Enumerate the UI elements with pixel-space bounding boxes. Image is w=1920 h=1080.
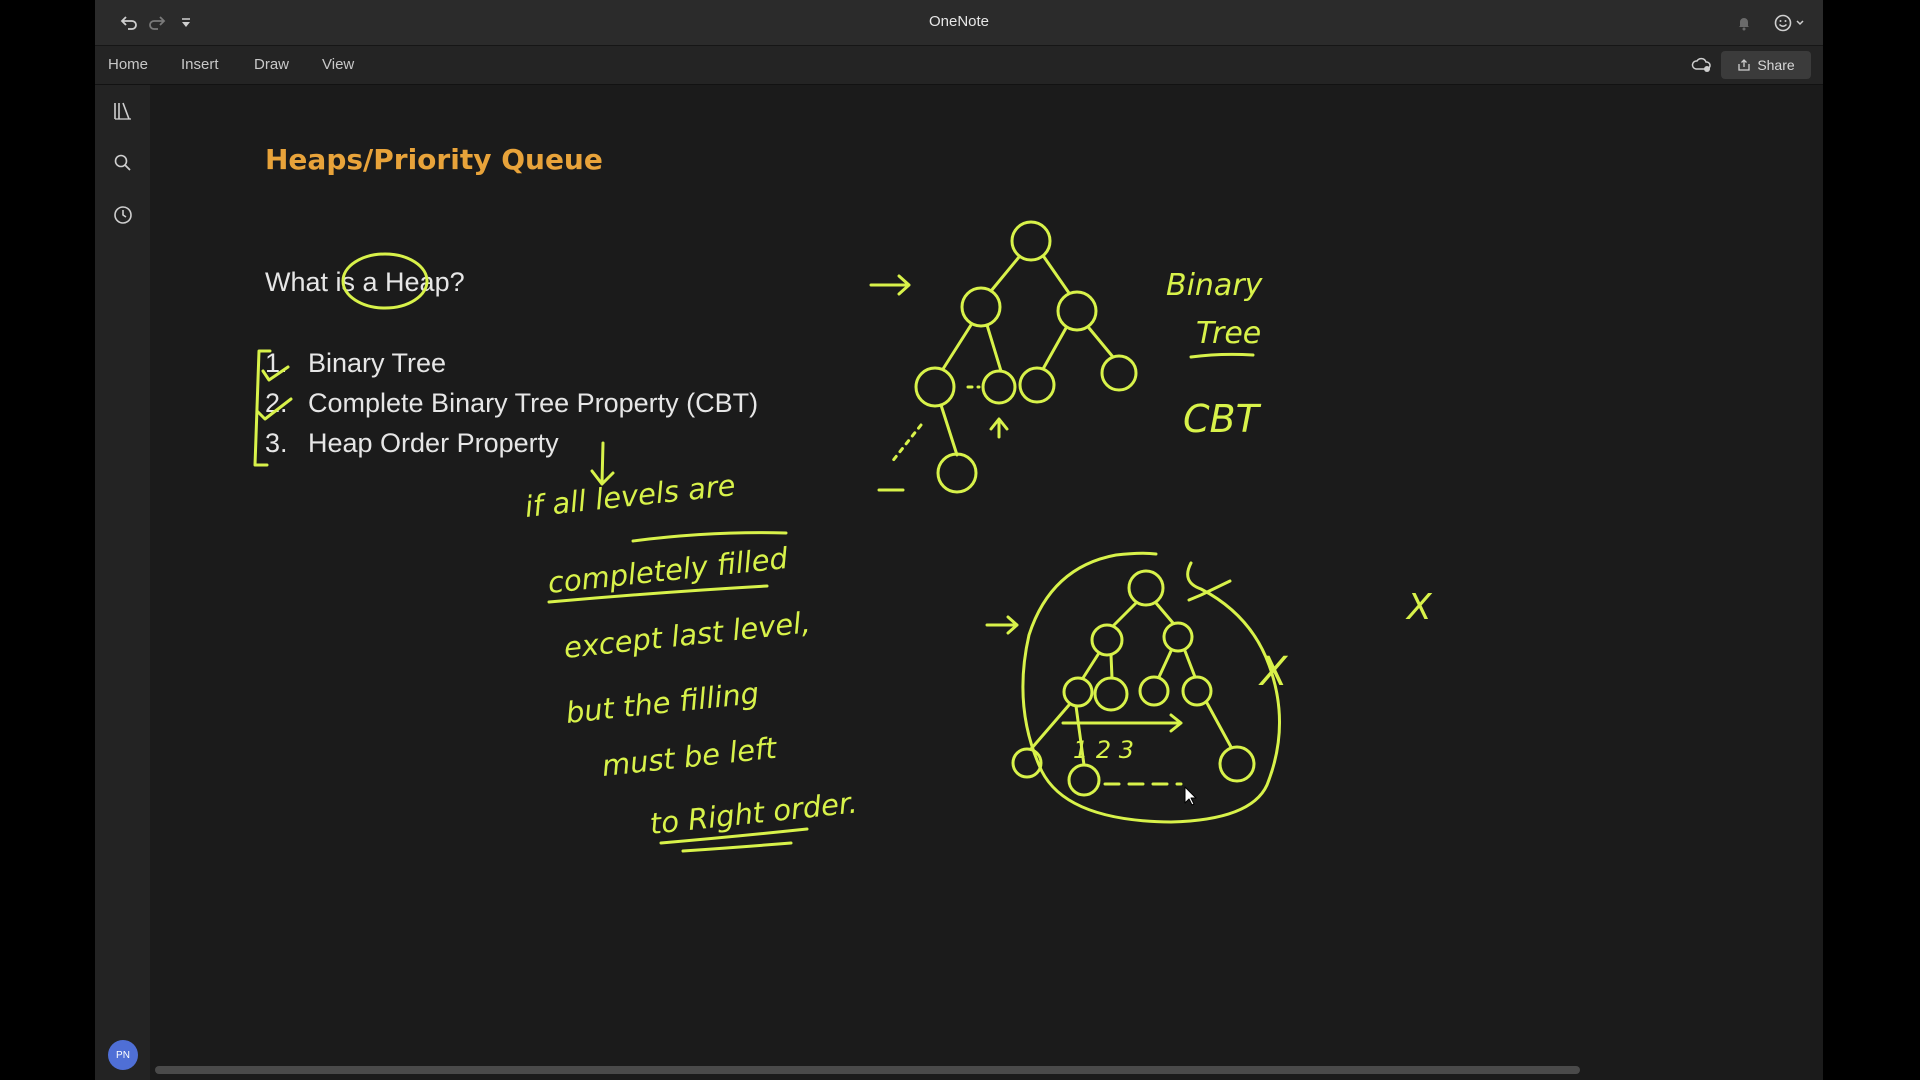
- property-list: 1. Binary Tree 2. Complete Binary Tree Pro…: [265, 343, 758, 463]
- tree-node: [981, 369, 1017, 405]
- tab-home[interactable]: Home: [108, 56, 148, 73]
- list-text: Binary Tree: [308, 348, 447, 378]
- page-canvas[interactable]: Heaps/Priority Queue What is a Heap? 1. B…: [151, 85, 1823, 1065]
- tree-node: [1218, 745, 1256, 783]
- list-text: Heap Order Property: [308, 428, 559, 458]
- page-title: Heaps/Priority Queue: [265, 143, 603, 176]
- ink-note-line: if all levels are: [523, 468, 737, 524]
- tree-node: [1090, 623, 1124, 657]
- tree-node: [936, 452, 978, 494]
- ink-label-binary: Binary: [1166, 268, 1264, 303]
- ink-cross: X: [1258, 649, 1289, 695]
- navigation-sidebar: [95, 85, 150, 1080]
- title-bar: OneNote: [95, 0, 1823, 46]
- tree-node: [1062, 676, 1094, 708]
- app-title: OneNote: [928, 13, 990, 30]
- avatar[interactable]: PN: [108, 1040, 138, 1070]
- tab-insert[interactable]: Insert: [181, 56, 219, 73]
- ink-label-cbt: CBT: [1183, 397, 1262, 441]
- ink-label-tree: Tree: [1196, 316, 1261, 351]
- tree-node: [1127, 569, 1165, 607]
- tree-node: [1056, 290, 1098, 332]
- tab-draw[interactable]: Draw: [254, 56, 289, 73]
- tree-node: [1181, 675, 1213, 707]
- ink-arrow-right: [985, 615, 1019, 635]
- ink-note-line: except last level,: [562, 605, 812, 665]
- share-label: Share: [1757, 57, 1795, 73]
- share-icon: [1738, 59, 1750, 71]
- ink-up-arrow: [989, 417, 1009, 439]
- list-item: 3. Heap Order Property: [265, 423, 758, 463]
- ink-dotted-missing: [889, 385, 981, 465]
- list-number: 3.: [265, 428, 288, 458]
- search-icon[interactable]: [111, 151, 135, 175]
- ink-underline: [631, 531, 788, 543]
- tree-node: [1162, 621, 1194, 653]
- handwritten-ink-layer: if all levels are completely filled exce…: [253, 220, 1433, 853]
- tree-node: [1010, 220, 1052, 262]
- ribbon-tabs: Home Insert Draw View Share: [95, 46, 1823, 85]
- tree-node: [1138, 675, 1170, 707]
- tree-node: [960, 286, 1002, 328]
- ink-cross: X: [1405, 587, 1433, 628]
- tree-node: [914, 366, 956, 408]
- list-number: 1.: [265, 348, 288, 378]
- list-number: 2.: [265, 388, 288, 418]
- ink-note-line: but the filling: [564, 676, 760, 730]
- sync-status-icon[interactable]: [1691, 54, 1713, 76]
- ink-order-arrow: [1061, 713, 1183, 733]
- notifications-icon[interactable]: [1733, 12, 1755, 34]
- list-item: 2. Complete Binary Tree Property (CBT): [265, 383, 758, 423]
- ink-underline: [1189, 352, 1255, 359]
- mouse-cursor-icon: [1184, 786, 1197, 806]
- feedback-icon[interactable]: [1773, 12, 1807, 34]
- recent-icon[interactable]: [111, 203, 135, 227]
- tab-view[interactable]: View: [322, 56, 354, 73]
- question-text: What is a Heap?: [265, 267, 465, 297]
- tree-edge: [939, 255, 1115, 457]
- ink-note-line: to Right order.: [648, 785, 859, 841]
- ink-order-numbers: 1 2 3: [1073, 736, 1134, 764]
- tree-node: [1093, 676, 1129, 712]
- list-text: Complete Binary Tree Property (CBT): [308, 388, 759, 418]
- notebooks-icon[interactable]: [111, 99, 135, 123]
- horizontal-scrollbar[interactable]: [155, 1066, 1580, 1074]
- ink-note-line: completely filled: [546, 541, 790, 600]
- share-button[interactable]: Share: [1721, 51, 1811, 79]
- ink-arrow-right: [869, 274, 911, 296]
- list-item: 1. Binary Tree: [265, 343, 758, 383]
- tree-node: [1011, 747, 1043, 779]
- tree-node: [1018, 366, 1056, 404]
- tree-edge: [1029, 601, 1233, 767]
- ink-underline: [547, 584, 769, 604]
- ink-check-mark: [1187, 579, 1232, 602]
- ink-outline-loop: [1021, 551, 1281, 824]
- ink-underline: [659, 827, 809, 853]
- onenote-window: OneNote Home Insert Draw View Share PN H…: [95, 0, 1823, 1080]
- ink-note-line: must be left: [600, 731, 779, 783]
- tree-node: [1067, 763, 1101, 797]
- tree-node: [1100, 354, 1138, 392]
